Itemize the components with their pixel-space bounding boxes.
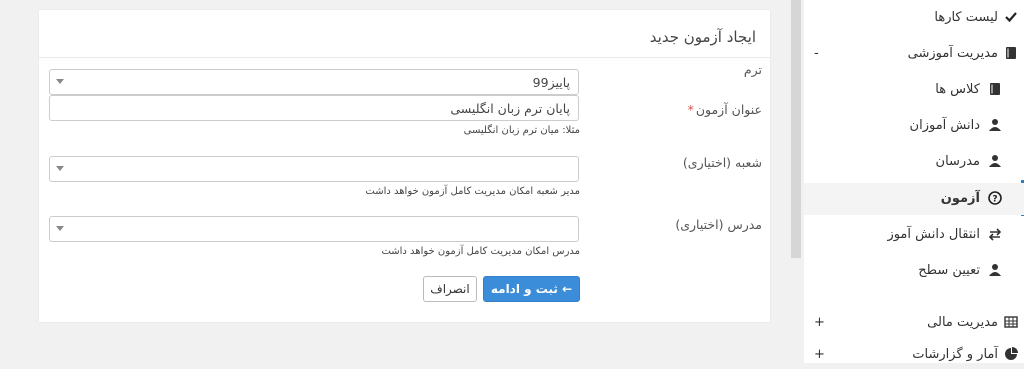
table-icon xyxy=(1004,316,1018,328)
sidebar-item-label: مدرسان xyxy=(935,154,980,169)
title-divider xyxy=(39,57,770,58)
arrow-left-icon: ← xyxy=(562,282,573,296)
sidebar-item-placement[interactable]: تعیین سطح xyxy=(804,257,1024,285)
collapse-toggle[interactable]: - xyxy=(814,46,819,61)
chevron-down-icon xyxy=(56,79,64,84)
sidebar-item-label: تعیین سطح xyxy=(918,263,980,278)
sidebar-item-label: مدیریت آموزشی xyxy=(907,46,998,61)
branch-select[interactable] xyxy=(49,156,579,182)
svg-text:?: ? xyxy=(992,195,997,205)
expand-toggle[interactable]: + xyxy=(814,347,825,362)
cancel-button[interactable]: انصراف xyxy=(423,276,477,302)
teacher-select[interactable] xyxy=(49,216,579,242)
user-icon xyxy=(989,155,1001,167)
sidebar-item-todo[interactable]: لیست کارها xyxy=(804,4,1024,32)
term-select-value: پاییز99 xyxy=(532,75,570,90)
page-title: ایجاد آزمون جدید xyxy=(649,28,756,46)
sidebar-item-label: مدیریت مالی xyxy=(927,315,998,330)
exam-title-input-value: پایان ترم زبان انگلیسی xyxy=(450,101,570,116)
sidebar-item-finance[interactable]: مدیریت مالی + xyxy=(804,309,1024,337)
branch-help: مدیر شعبه امکان مدیریت کامل آزمون خواهد … xyxy=(365,186,580,197)
term-label: ترم xyxy=(743,62,762,77)
exam-title-help: مثلا: میان ترم زبان انگلیسی xyxy=(463,125,580,136)
exam-title-label: عنوان آزمون* xyxy=(688,102,762,117)
sidebar-item-reports[interactable]: آمار و گزارشات + xyxy=(804,341,1024,369)
teacher-label: مدرس (اختیاری) xyxy=(675,217,762,232)
pie-chart-icon xyxy=(1005,347,1018,360)
required-mark: * xyxy=(687,102,694,117)
scrollbar-thumb[interactable] xyxy=(791,0,801,258)
create-exam-card: ایجاد آزمون جدید ترم پاییز99 عنوان آزمون… xyxy=(39,10,770,322)
sidebar: لیست کارها مدیریت آموزشی - کلاس ها دانش … xyxy=(804,0,1024,363)
submit-continue-button[interactable]: ثبت و ادامه ← xyxy=(483,276,580,302)
term-select[interactable]: پاییز99 xyxy=(49,69,579,95)
sidebar-item-exam[interactable]: ? آزمون xyxy=(804,183,1024,215)
book-icon xyxy=(990,83,1000,95)
submit-label: ثبت و ادامه xyxy=(490,282,558,296)
chevron-down-icon xyxy=(56,166,64,171)
sidebar-item-transfer[interactable]: انتقال دانش آموز xyxy=(804,221,1024,249)
sidebar-item-classes[interactable]: کلاس ها xyxy=(804,76,1024,104)
sidebar-item-education[interactable]: مدیریت آموزشی - xyxy=(804,40,1024,68)
sidebar-item-label: انتقال دانش آموز xyxy=(887,227,980,242)
user-icon xyxy=(989,264,1001,276)
exchange-icon xyxy=(988,228,1002,241)
sidebar-item-teachers[interactable]: مدرسان xyxy=(804,148,1024,176)
sidebar-item-label: دانش آموزان xyxy=(909,118,980,133)
sidebar-item-students[interactable]: دانش آموزان xyxy=(804,112,1024,140)
sidebar-item-label: لیست کارها xyxy=(934,10,998,25)
exam-title-input[interactable]: پایان ترم زبان انگلیسی xyxy=(49,95,579,121)
check-icon xyxy=(1005,12,1017,23)
sidebar-item-label: آمار و گزارشات xyxy=(912,347,998,362)
sidebar-item-label: کلاس ها xyxy=(935,82,980,97)
expand-toggle[interactable]: + xyxy=(814,315,825,330)
book-icon xyxy=(1006,47,1016,59)
branch-label: شعبه (اختیاری) xyxy=(682,155,762,170)
user-icon xyxy=(989,119,1001,131)
question-circle-icon: ? xyxy=(988,191,1002,205)
chevron-down-icon xyxy=(56,226,64,231)
exam-title-label-text: عنوان آزمون xyxy=(695,102,762,117)
sidebar-item-label: آزمون xyxy=(940,191,980,206)
teacher-help: مدرس امکان مدیریت کامل آزمون خواهد داشت xyxy=(381,246,580,257)
